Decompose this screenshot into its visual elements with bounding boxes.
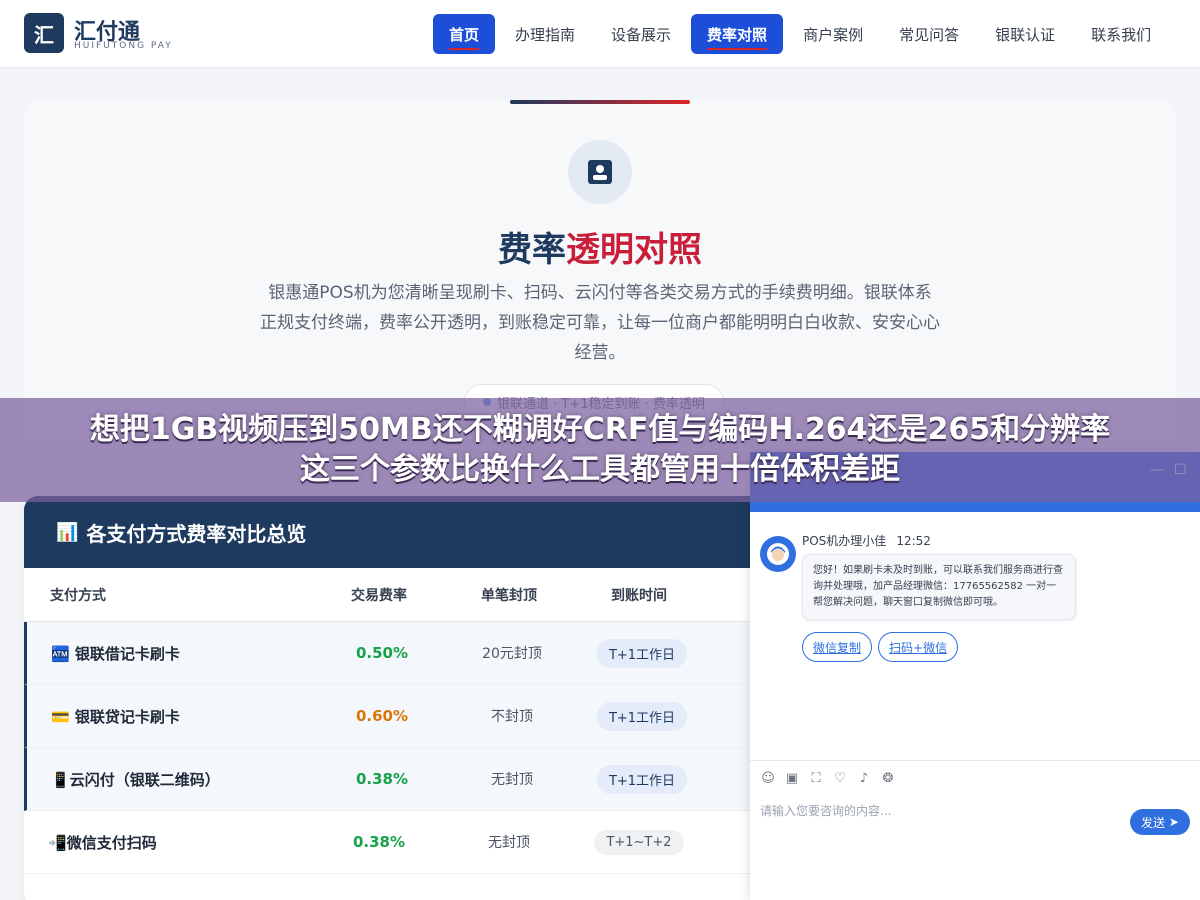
chat-widget: — ☐ POS机办理小佳12:52 您好！如果刷卡未及时到账，可以联系我们服务商… [750, 452, 1200, 900]
mobile-phone-icon: 📱 [51, 770, 70, 789]
rate-cell: 0.38% [352, 833, 406, 851]
settle-cell: T+1~T+2 [574, 829, 704, 855]
nav-cases[interactable]: 商户案例 [787, 14, 879, 54]
payment-method-cell: 💳 银联贷记卡刷卡 [51, 707, 180, 726]
payment-method-cell: 📲微信支付扫码 [48, 833, 157, 852]
table-row[interactable]: 📱云闪付（银联二维码） 0.38% 无封顶 T+1工作日 [24, 748, 784, 811]
settle-badge: T+1~T+2 [594, 829, 684, 855]
table-row[interactable]: 💳 银联贷记卡刷卡 0.60% 不封顶 T+1工作日 [24, 685, 784, 748]
nav-guide[interactable]: 办理指南 [499, 14, 591, 54]
send-icon: ➤ [1168, 815, 1179, 829]
logo-mark[interactable]: 汇 [24, 13, 64, 53]
table-column-headers: 支付方式 交易费率 单笔封顶 到账时间 [24, 568, 784, 622]
image-icon[interactable]: ▣ [784, 771, 800, 787]
cap-cell: 不封顶 [491, 709, 533, 725]
chat-time: 12:52 [896, 534, 931, 548]
nav-contact[interactable]: 联系我们 [1075, 14, 1167, 54]
chat-sender: POS机办理小佳 12:52 [802, 534, 931, 548]
rate-table-header: 📊 各支付方式费率对比总览 [24, 496, 784, 568]
nav-devices[interactable]: 设备展示 [595, 14, 687, 54]
logo-subtitle: HUIFUTONG PAY [74, 41, 173, 51]
table-row[interactable]: 📲微信支付扫码 0.38% 无封顶 T+1~T+2 [24, 811, 784, 874]
chat-history-icon[interactable]: ❂ [880, 771, 896, 787]
intro-description: 银惠通POS机为您清晰呈现刷卡、扫码、云闪付等各类交易方式的手续费明细。银联体系… [260, 283, 940, 363]
emoji-icon[interactable]: ☺ [760, 771, 776, 787]
rate-cell: 0.38% [355, 770, 409, 788]
col-header-settle: 到账时间 [611, 587, 667, 604]
settle-badge: T+1工作日 [596, 764, 688, 794]
settle-cell: T+1工作日 [577, 701, 707, 731]
agent-avatar [760, 536, 796, 572]
chat-toolbar: ☺ ▣ ⛶ ♡ ♪ ❂ [750, 760, 1200, 796]
rate-cell: 0.50% [355, 644, 409, 662]
col-header-method: 支付方式 [50, 587, 106, 604]
settle-badge: T+1工作日 [596, 638, 688, 668]
page-title: 费率透明对照 [498, 230, 702, 270]
intro-card: 费率透明对照 银惠通POS机为您清晰呈现刷卡、扫码、云闪付等各类交易方式的手续费… [24, 100, 1176, 440]
payment-method-cell: 📱云闪付（银联二维码） [51, 770, 220, 789]
settle-cell: T+1工作日 [577, 764, 707, 794]
table-row[interactable]: 🏧 银联借记卡刷卡 0.50% 20元封顶 T+1工作日 [24, 622, 784, 685]
phone-arrow-icon: 📲 [48, 833, 67, 852]
main-nav: 首页 办理指南 设备展示 费率对照 商户案例 常见问答 银联认证 联系我们 [433, 14, 1171, 54]
site-header: 汇 汇付通 HUIFUTONG PAY 首页 办理指南 设备展示 费率对照 商户… [0, 0, 1200, 68]
rate-table-card: 📊 各支付方式费率对比总览 支付方式 交易费率 单笔封顶 到账时间 🏧 银联借记… [24, 496, 784, 900]
banner-line-2: 这三个参数比换什么工具都管用十倍体积差距 [300, 452, 900, 487]
rate-table-title: 各支付方式费率对比总览 [86, 521, 307, 546]
screenshot-icon[interactable]: ⛶ [808, 771, 824, 787]
chart-icon: 📊 [56, 521, 79, 543]
payment-method-cell: 🏧 银联借记卡刷卡 [51, 644, 180, 663]
overlay-banner: 想把1GB视频压到50MB还不糊调好CRF值与编码H.264还是265和分辨率 … [0, 398, 1200, 502]
intro-accent-bar [510, 100, 690, 104]
rate-cell: 0.60% [355, 707, 409, 725]
nav-unionpay[interactable]: 银联认证 [979, 14, 1071, 54]
nav-rates[interactable]: 费率对照 [691, 14, 784, 54]
scan-wechat-button[interactable]: 扫码+微信 [878, 632, 959, 662]
sound-icon[interactable]: ♪ [856, 771, 872, 787]
atm-icon: 🏧 [51, 644, 70, 663]
chat-message: 您好！如果刷卡未及时到账，可以联系我们服务商进行查询并处理哦，加产品经理微信：1… [802, 554, 1076, 620]
send-button[interactable]: 发送 ➤ [1130, 809, 1190, 835]
id-card-icon [568, 140, 632, 204]
rating-icon[interactable]: ♡ [832, 771, 848, 787]
settle-badge: T+1工作日 [596, 701, 688, 731]
cap-cell: 20元封顶 [482, 646, 542, 662]
banner-line-1: 想把1GB视频压到50MB还不糊调好CRF值与编码H.264还是265和分辨率 [89, 412, 1111, 447]
settle-cell: T+1工作日 [577, 638, 707, 668]
chat-input[interactable]: 请输入您要咨询的内容... [760, 802, 891, 819]
cap-cell: 无封顶 [488, 835, 530, 851]
credit-card-icon: 💳 [51, 707, 70, 726]
col-header-rate: 交易费率 [351, 587, 407, 604]
col-header-cap: 单笔封顶 [481, 587, 537, 604]
chat-quick-actions: 微信复制 扫码+微信 [802, 632, 964, 662]
nav-home[interactable]: 首页 [433, 14, 496, 54]
copy-wechat-button[interactable]: 微信复制 [802, 632, 873, 662]
nav-faq[interactable]: 常见问答 [883, 14, 975, 54]
cap-cell: 无封顶 [491, 772, 533, 788]
